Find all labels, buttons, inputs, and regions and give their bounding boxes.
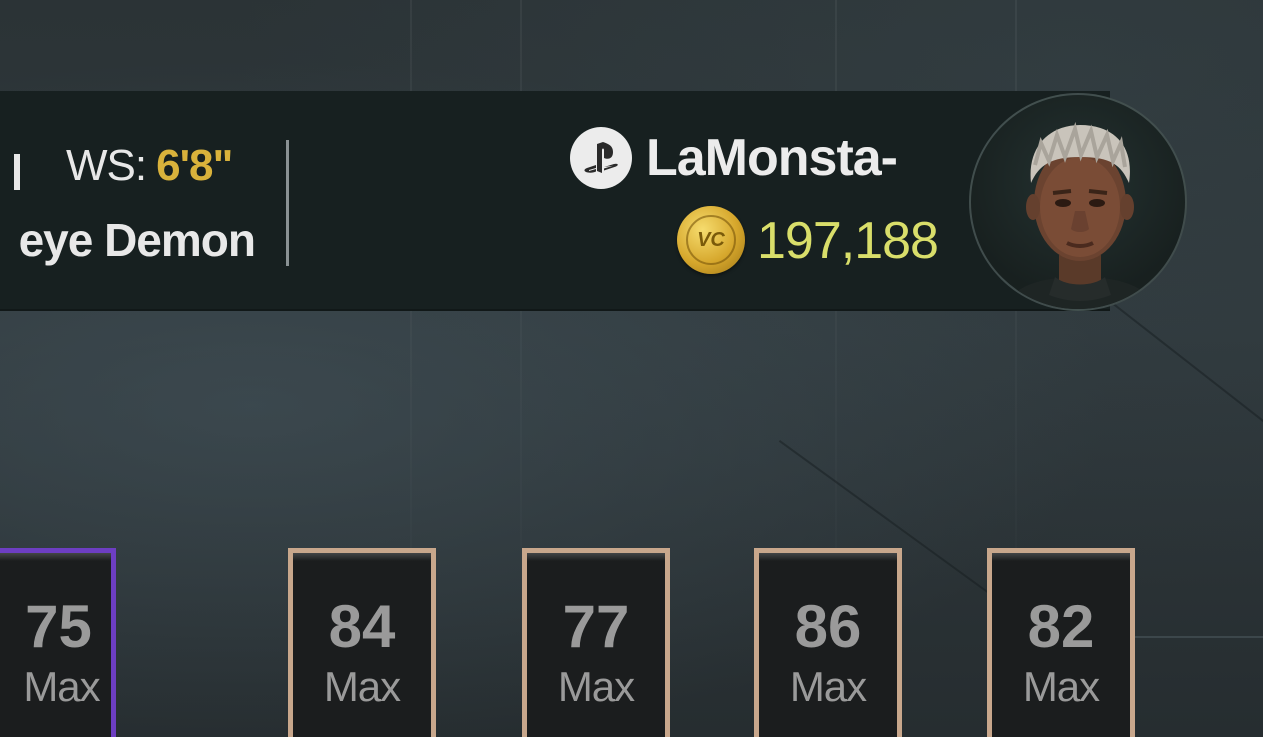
rating-label: Max <box>789 663 867 710</box>
player-avatar[interactable] <box>969 93 1187 311</box>
background-line <box>1135 636 1263 638</box>
header-divider <box>286 140 289 266</box>
rating-value: 77 <box>562 593 630 660</box>
myplayer-screen: WS: 6'8" eye Demon LaMonsta- VC 197,188 <box>0 0 1263 737</box>
rating-box-cap <box>992 553 1130 561</box>
vc-coin-icon: VC <box>677 206 745 274</box>
rating-value: 82 <box>1027 593 1095 660</box>
wingspan-label: WS: <box>66 141 147 190</box>
rating-value: 75 <box>25 593 92 660</box>
vc-balance: 197,188 <box>757 212 939 270</box>
rating-box-cap <box>759 553 897 561</box>
gamertag: LaMonsta- <box>646 129 898 187</box>
rating-label: Max <box>323 663 401 710</box>
rating-box: 77 Max <box>522 548 670 737</box>
wingspan-value: 6'8" <box>156 141 233 190</box>
rating-label: Max <box>557 663 635 710</box>
player-header-bar <box>0 91 1110 311</box>
rating-box: 82 Max <box>987 548 1135 737</box>
rating-box-cap <box>527 553 665 561</box>
rating-box: 75 Max <box>0 548 116 737</box>
rating-box-cap <box>0 553 111 561</box>
vc-coin-label: VC <box>686 215 736 265</box>
rating-value: 86 <box>794 593 862 660</box>
rating-box-cap <box>293 553 431 561</box>
player-archetype: eye Demon <box>18 214 256 266</box>
playstation-icon <box>570 127 632 189</box>
separator-tick <box>14 154 20 190</box>
rating-label: Max <box>23 663 100 710</box>
rating-box: 84 Max <box>288 548 436 737</box>
wingspan-stat: WS: 6'8" <box>66 140 233 192</box>
rating-label: Max <box>1022 663 1100 710</box>
rating-box: 86 Max <box>754 548 902 737</box>
background-line <box>1108 300 1263 425</box>
rating-value: 84 <box>328 593 396 660</box>
